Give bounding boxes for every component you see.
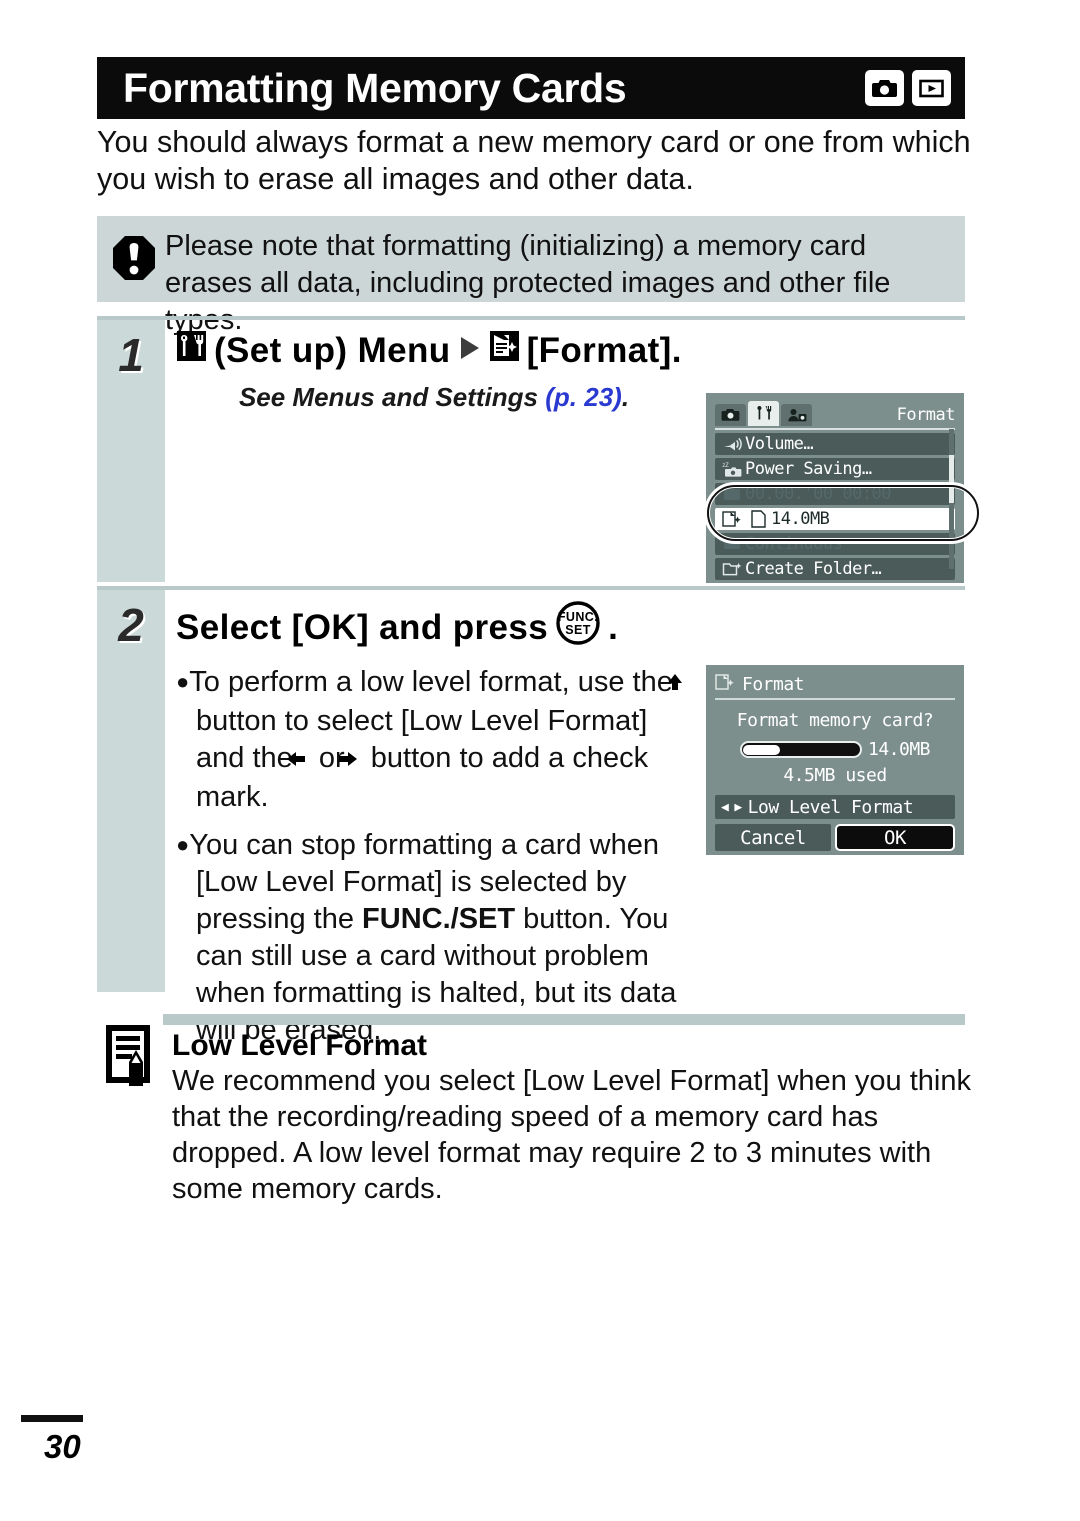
step1-body: (Set up) Menu [Format]. See Menus and Se… [176, 330, 716, 413]
lcd-dialog-divider [715, 698, 955, 700]
step2-heading-text: Select [OK] and press [176, 607, 549, 647]
lcd-menu-divider [715, 428, 955, 430]
exclamation-octagon-icon [107, 230, 161, 286]
lcd-setup-menu: Format Volume… zZ Power Saving… 00.00.'0… [706, 393, 964, 583]
note-text: We recommend you select [Low Level Forma… [172, 1065, 971, 1205]
lcd-menu-scrollbar-thumb[interactable] [949, 455, 954, 503]
cancel-button[interactable]: Cancel [715, 824, 831, 851]
menu-row-format[interactable]: 14.0MB [715, 508, 955, 530]
create-folder-icon [719, 561, 745, 578]
menu-row-create-folder[interactable]: Create Folder… [715, 558, 955, 580]
caution-text: Please note that formatting (initializin… [165, 230, 891, 336]
step2-heading: Select [OK] and press FUNC. SET . [176, 600, 966, 655]
page-header: Formatting Memory Cards [97, 57, 965, 119]
menu-row-label: 14.0MB [771, 509, 830, 529]
menu-row-label: Create Folder… [745, 559, 882, 579]
menu-row-file-numbering[interactable]: Continuous [715, 533, 955, 555]
lcd-menu-tabs: Format [715, 400, 956, 426]
format-card-icon [489, 330, 520, 371]
step2-heading-period: . [608, 607, 619, 647]
format-card-icon [719, 510, 745, 528]
lcd-dialog-title: Format [742, 673, 805, 695]
step1-top-rule [97, 316, 965, 320]
volume-icon [719, 436, 745, 452]
right-arrow-icon [338, 742, 360, 779]
tab-rec[interactable] [715, 404, 746, 426]
step2-top-rule [97, 586, 965, 590]
svg-text:FUNC.: FUNC. [558, 610, 598, 624]
menu-row-label: Continuous [745, 534, 843, 554]
up-arrow-icon [667, 666, 686, 703]
menu-row-power-saving[interactable]: zZ Power Saving… [715, 458, 955, 480]
card-icon [745, 510, 771, 528]
func-set-button-icon: FUNC. SET [555, 600, 601, 655]
capacity-label: 14.0MB [867, 739, 931, 760]
menu-row-volume[interactable]: Volume… [715, 433, 955, 455]
menu-row-label: 00.00.'00 00:00 [745, 484, 892, 504]
page-title: Formatting Memory Cards [123, 64, 627, 111]
menu-row-label: Volume… [745, 434, 814, 454]
svg-text:zZ: zZ [722, 462, 729, 469]
step1-heading-prefix: (Set up) Menu [214, 330, 451, 370]
step1-number-column: 1 [97, 320, 165, 582]
caution-box: Please note that formatting (initializin… [97, 216, 965, 336]
bullet-dot: ● [176, 832, 190, 857]
playback-icon [912, 70, 951, 106]
lcd-dialog-header: Format [715, 672, 955, 696]
note-top-rule [163, 1014, 965, 1025]
bullet-text-1a: To perform a low level format, use the [189, 666, 681, 698]
power-saving-icon: zZ [719, 461, 745, 478]
footer-rule [21, 1415, 83, 1422]
see-period: . [621, 382, 630, 412]
step1-heading: (Set up) Menu [Format]. [176, 330, 716, 371]
page-number: 30 [44, 1428, 81, 1465]
ok-button[interactable]: OK [835, 824, 955, 851]
used-label: 4.5MB used [783, 765, 887, 786]
step1-see-line: See Menus and Settings (p. 23). [176, 382, 716, 413]
date-time-icon [719, 486, 745, 502]
see-text: See Menus and Settings [238, 382, 539, 412]
step2-number-column: 2 [97, 590, 165, 992]
camera-shooting-icon [865, 70, 904, 106]
svg-text:SET: SET [565, 623, 591, 637]
left-arrow-icon: ◀ [721, 799, 729, 815]
lcd-dialog-buttons: Cancel OK [715, 824, 955, 851]
bullet-low-level-format: ●To perform a low level format, use the … [176, 663, 696, 816]
right-arrow-icon: ▶ [734, 799, 742, 815]
func-set-bold-label: FUNC./SET [362, 903, 516, 935]
menu-row-label: Power Saving… [745, 459, 872, 479]
capacity-bar-fill [743, 744, 781, 755]
low-level-format-option[interactable]: ◀ ▶ Low Level Format [715, 795, 955, 819]
tab-my-camera[interactable] [781, 404, 812, 426]
file-no-icon [719, 537, 745, 551]
page-reference-link[interactable]: (p. 23) [545, 382, 622, 412]
step1-number: 1 [118, 329, 144, 381]
step2-number: 2 [118, 599, 144, 651]
tab-setup[interactable] [748, 401, 779, 426]
capacity-bar [739, 741, 862, 758]
lcd-format-dialog: Format Format memory card? 14.0MB 4.5MB … [706, 665, 964, 855]
bullet-dot: ● [176, 669, 190, 694]
lcd-menu-title: Format [896, 405, 956, 425]
step1-heading-suffix: [Format]. [526, 330, 682, 370]
low-level-format-label: Low Level Format [747, 796, 914, 818]
capacity-bar-row: 14.0MB [715, 739, 955, 760]
format-card-icon [715, 673, 736, 696]
intro-paragraph: You should always format a new memory ca… [97, 125, 971, 196]
menu-row-date-time[interactable]: 00.00.'00 00:00 [715, 483, 955, 505]
memo-pencil-icon [103, 1022, 163, 1094]
wrench-setup-icon [176, 330, 207, 371]
left-arrow-icon [286, 742, 308, 779]
lcd-dialog-question: Format memory card? [736, 710, 934, 731]
right-triangle-icon [458, 331, 482, 371]
note-title: Low Level Format [172, 1029, 428, 1062]
manual-page: Formatting Memory Cards You should alway… [0, 0, 1080, 1521]
header-mode-icons [865, 70, 951, 106]
